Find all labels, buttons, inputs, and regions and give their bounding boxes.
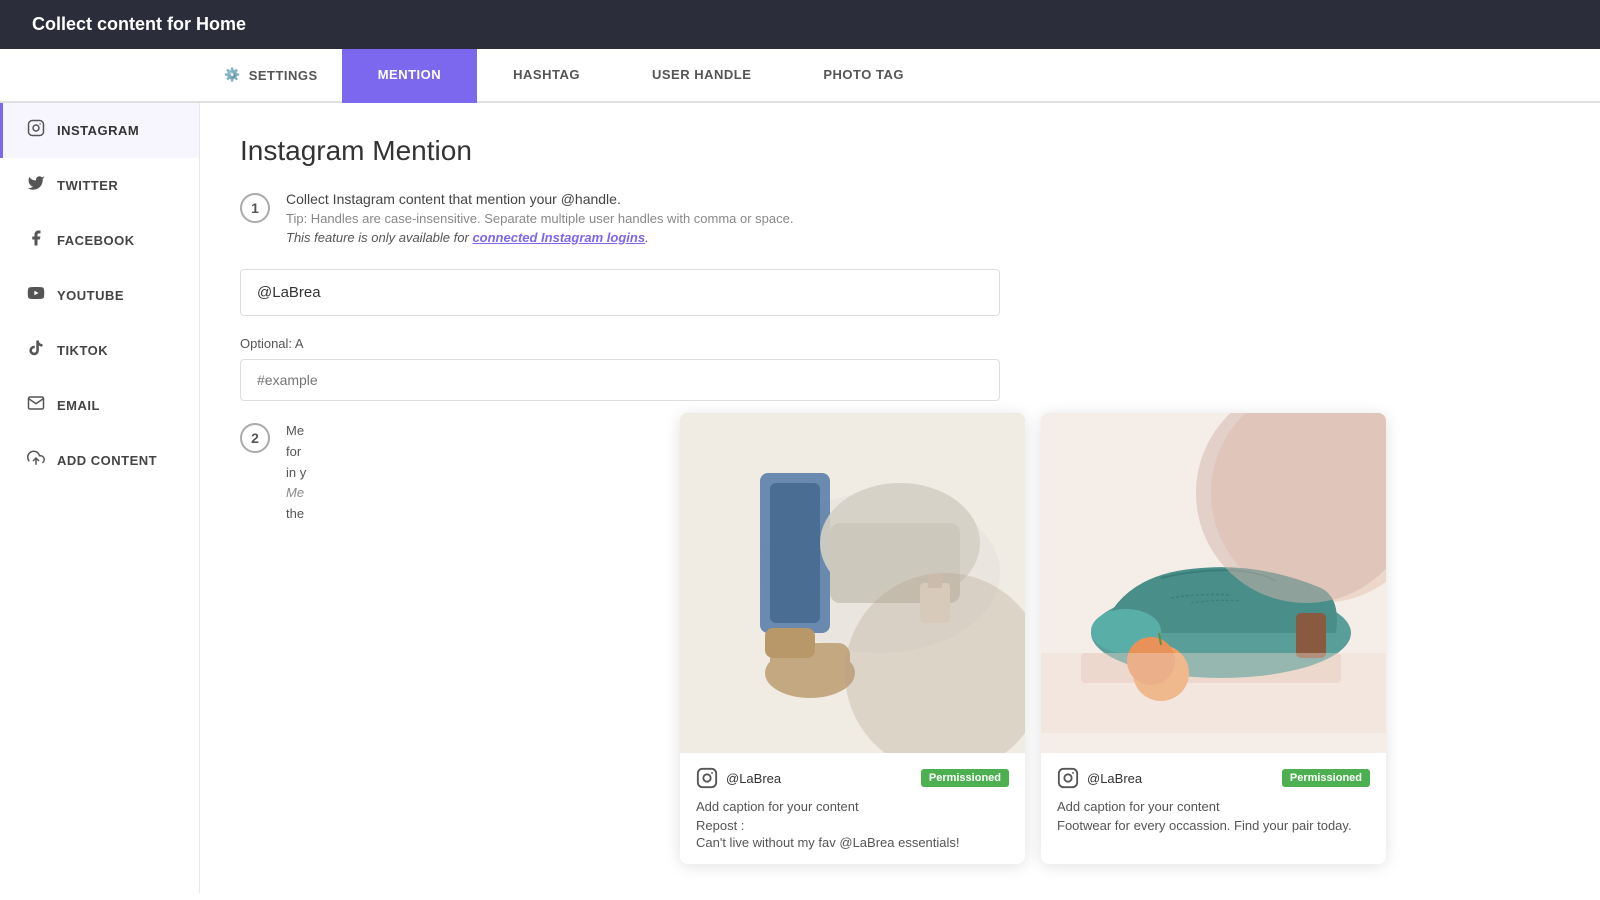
step2-number: 2 [240, 423, 270, 453]
card1-badge: Permissioned [921, 769, 1009, 787]
header: Collect content for Home [0, 0, 1600, 49]
optional-label: Optional: A [240, 336, 1560, 351]
step1-tip: Tip: Handles are case-insensitive. Separ… [286, 211, 1560, 226]
tab-photo-tag[interactable]: PHOTO TAG [787, 49, 940, 103]
card1-header: @LaBrea Permissioned [696, 767, 1009, 789]
twitter-icon [27, 174, 45, 197]
card2-repost-text: Footwear for every occassion. Find your … [1057, 818, 1370, 833]
sidebar-label-tiktok: TIKTOK [57, 343, 108, 358]
step1-block: 1 Collect Instagram content that mention… [240, 191, 1560, 245]
card-2: @LaBrea Permissioned Add caption for you… [1041, 413, 1386, 864]
card1-user: @LaBrea [696, 767, 781, 789]
sidebar-label-add-content: ADD CONTENT [57, 453, 157, 468]
card1-caption: Add caption for your content [696, 799, 1009, 814]
email-icon [27, 394, 45, 417]
shoe-decor [1041, 413, 1386, 753]
card2-caption: Add caption for your content [1057, 799, 1370, 814]
card1-repost-label: Repost : [696, 818, 1009, 833]
tab-settings[interactable]: ⚙️ SETTINGS [200, 49, 342, 101]
hashtag-input[interactable] [240, 359, 1000, 401]
card2-username: @LaBrea [1087, 771, 1142, 786]
step1-content: Collect Instagram content that mention y… [286, 191, 1560, 245]
card2-image [1041, 413, 1386, 753]
gear-icon: ⚙️ [224, 67, 241, 83]
content-area: Instagram Mention 1 Collect Instagram co… [200, 103, 1600, 893]
cards-overlay: @LaBrea Permissioned Add caption for you… [680, 413, 1386, 864]
sidebar-label-youtube: YOUTUBE [57, 288, 124, 303]
sidebar-item-tiktok[interactable]: TIKTOK [0, 323, 199, 378]
card1-image [680, 413, 1025, 753]
card2-header: @LaBrea Permissioned [1057, 767, 1370, 789]
clothing-decor [680, 413, 1025, 753]
youtube-icon [27, 284, 45, 307]
page-title: Instagram Mention [240, 135, 1560, 167]
step1-description: Collect Instagram content that mention y… [286, 191, 1560, 207]
app-container: Collect content for Home ⚙️ SETTINGS MEN… [0, 0, 1600, 900]
sidebar: INSTAGRAM TWITTER FACEBOOK [0, 103, 200, 893]
card1-username: @LaBrea [726, 771, 781, 786]
step1-number: 1 [240, 193, 270, 223]
sidebar-label-instagram: INSTAGRAM [57, 123, 139, 138]
step1-note: This feature is only available for conne… [286, 230, 1560, 245]
sidebar-label-facebook: FACEBOOK [57, 233, 135, 248]
sidebar-item-twitter[interactable]: TWITTER [0, 158, 199, 213]
sidebar-label-twitter: TWITTER [57, 178, 118, 193]
main-layout: INSTAGRAM TWITTER FACEBOOK [0, 103, 1600, 893]
card1-body: @LaBrea Permissioned Add caption for you… [680, 753, 1025, 864]
card2-user: @LaBrea [1057, 767, 1142, 789]
card1-repost-text: Can't live without my fav @LaBrea essent… [696, 835, 1009, 850]
mention-input[interactable] [240, 269, 1000, 316]
tab-mention[interactable]: MENTION [342, 49, 477, 103]
card2-body: @LaBrea Permissioned Add caption for you… [1041, 753, 1386, 847]
instagram-login-link[interactable]: connected Instagram logins [472, 230, 645, 245]
card-1: @LaBrea Permissioned Add caption for you… [680, 413, 1025, 864]
sidebar-item-email[interactable]: EMAIL [0, 378, 199, 433]
instagram-icon [27, 119, 45, 142]
add-content-icon [27, 449, 45, 472]
facebook-icon [27, 229, 45, 252]
sidebar-item-facebook[interactable]: FACEBOOK [0, 213, 199, 268]
card2-badge: Permissioned [1282, 769, 1370, 787]
sidebar-item-instagram[interactable]: INSTAGRAM [0, 103, 199, 158]
sidebar-item-add-content[interactable]: ADD CONTENT [0, 433, 199, 488]
header-title: Collect content for Home [32, 14, 246, 34]
tab-user-handle[interactable]: USER HANDLE [616, 49, 787, 103]
tabs-row: ⚙️ SETTINGS MENTION HASHTAG USER HANDLE … [0, 49, 1600, 103]
sidebar-label-email: EMAIL [57, 398, 100, 413]
tab-hashtag[interactable]: HASHTAG [477, 49, 616, 103]
tiktok-icon [27, 339, 45, 362]
sidebar-item-youtube[interactable]: YOUTUBE [0, 268, 199, 323]
